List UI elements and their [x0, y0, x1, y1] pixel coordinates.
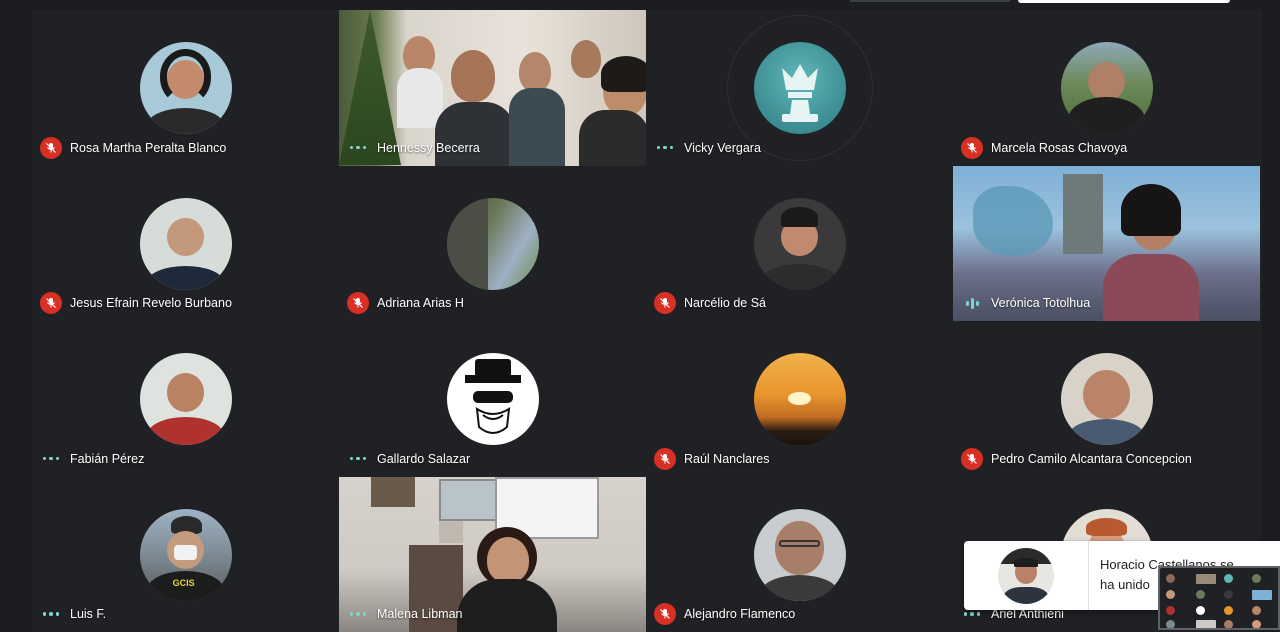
toast-divider [1088, 541, 1089, 610]
mic-off-icon [654, 603, 676, 625]
participant-avatar [447, 198, 539, 290]
participant-tile[interactable]: Gallardo Salazar [339, 321, 646, 477]
more-options-icon[interactable] [347, 448, 369, 470]
participant-name: Jesus Efrain Revelo Burbano [70, 296, 232, 310]
heisenberg-sketch-icon [447, 353, 539, 445]
mic-off-icon [347, 292, 369, 314]
participant-tile[interactable]: Narcélio de Sá [646, 166, 953, 322]
participant-name: Marcela Rosas Chavoya [991, 141, 1127, 155]
participant-name: Pedro Camilo Alcantara Concepcion [991, 452, 1192, 466]
participant-tile[interactable]: Marcela Rosas Chavoya [953, 10, 1260, 166]
participant-label: Fabián Pérez [40, 448, 144, 470]
more-options-icon[interactable] [40, 603, 62, 625]
participant-name: Vicky Vergara [684, 141, 761, 155]
more-options-icon[interactable] [347, 137, 369, 159]
mic-off-icon [654, 292, 676, 314]
mic-off-icon [654, 448, 676, 470]
participant-avatar [140, 198, 232, 290]
more-options-icon[interactable] [40, 448, 62, 470]
participant-video-tile[interactable]: Malena Libman [339, 477, 646, 632]
participant-label: Adriana Arias H [347, 292, 464, 314]
participant-avatar [754, 42, 846, 134]
mic-off-icon [40, 292, 62, 314]
participant-name: Adriana Arias H [377, 296, 464, 310]
participant-label: Vicky Vergara [654, 137, 761, 159]
participant-name: Raúl Nanclares [684, 452, 769, 466]
more-options-icon[interactable] [654, 137, 676, 159]
mic-off-icon [961, 137, 983, 159]
participant-label: Hennessy Becerra [347, 137, 480, 159]
participant-label: Rosa Martha Peralta Blanco [40, 137, 226, 159]
participant-avatar: GCIS [140, 509, 232, 601]
participant-avatar [140, 353, 232, 445]
participant-label: Narcélio de Sá [654, 292, 766, 314]
top-bar-remnant [1018, 0, 1230, 3]
participant-tile[interactable]: Vicky Vergara [646, 10, 953, 166]
participant-avatar [140, 42, 232, 134]
participant-name: Verónica Totolhua [991, 296, 1090, 310]
participant-label: Jesus Efrain Revelo Burbano [40, 292, 232, 314]
participant-label: Marcela Rosas Chavoya [961, 137, 1127, 159]
participant-tile[interactable]: Alejandro Flamenco [646, 477, 953, 632]
participant-tile[interactable]: Jesus Efrain Revelo Burbano [32, 166, 339, 322]
participant-avatar [754, 198, 846, 290]
self-view-thumbnail[interactable] [1158, 566, 1280, 630]
participant-name: Gallardo Salazar [377, 452, 470, 466]
joined-user-avatar [998, 548, 1054, 604]
participant-name: Alejandro Flamenco [684, 607, 795, 621]
participant-name: Hennessy Becerra [377, 141, 480, 155]
mic-off-icon [40, 137, 62, 159]
participant-name: Narcélio de Sá [684, 296, 766, 310]
more-options-icon[interactable] [347, 603, 369, 625]
participant-label: Raúl Nanclares [654, 448, 769, 470]
participant-name: Luis F. [70, 607, 106, 621]
participant-video-tile[interactable]: Hennessy Becerra [339, 10, 646, 166]
participant-avatar [754, 353, 846, 445]
participant-label: Gallardo Salazar [347, 448, 470, 470]
participant-tile[interactable]: Pedro Camilo Alcantara Concepcion [953, 321, 1260, 477]
participant-label: Luis F. [40, 603, 106, 625]
participant-label: Pedro Camilo Alcantara Concepcion [961, 448, 1192, 470]
participant-avatar [1061, 353, 1153, 445]
participant-avatar [1061, 42, 1153, 134]
participant-tile[interactable]: Raúl Nanclares [646, 321, 953, 477]
participant-video-tile[interactable]: Verónica Totolhua [953, 166, 1260, 322]
participant-label: Malena Libman [347, 603, 462, 625]
participant-tile[interactable]: Adriana Arias H [339, 166, 646, 322]
mic-off-icon [961, 448, 983, 470]
participant-label: Verónica Totolhua [961, 292, 1090, 314]
chess-king-icon [754, 42, 846, 134]
participant-avatar [754, 509, 846, 601]
participant-name: Fabián Pérez [70, 452, 144, 466]
participant-name: Malena Libman [377, 607, 462, 621]
participant-tile[interactable]: Fabián Pérez [32, 321, 339, 477]
participant-grid: Rosa Martha Peralta Blanco Hennessy Bece… [32, 10, 1262, 630]
participant-avatar [447, 353, 539, 445]
participant-label: Alejandro Flamenco [654, 603, 795, 625]
top-bar-remnant [850, 0, 1010, 2]
speaking-indicator-icon [961, 292, 983, 314]
participant-name: Rosa Martha Peralta Blanco [70, 141, 226, 155]
participant-tile[interactable]: Rosa Martha Peralta Blanco [32, 10, 339, 166]
participant-tile[interactable]: GCIS Luis F. [32, 477, 339, 632]
